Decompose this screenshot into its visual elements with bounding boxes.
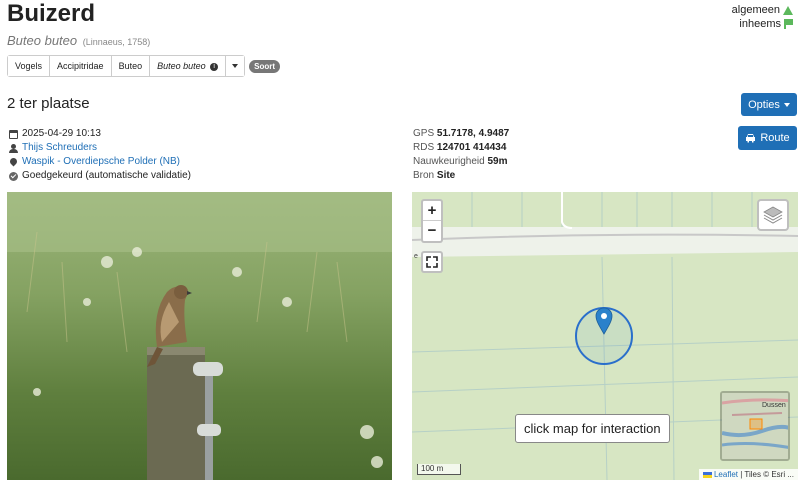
rds-value: 124701 414434: [436, 142, 507, 153]
frequency-status: algemeen: [732, 3, 793, 17]
gps-value: 51.7178, 4.9487: [436, 128, 510, 139]
species-status: algemeen inheems: [732, 3, 793, 31]
taxonomy-breadcrumb: Vogels Accipitridae Buteo Buteo buteo i …: [7, 55, 281, 77]
minimap[interactable]: Dussen: [720, 391, 790, 461]
validation-row: Goedgekeurd (automatische validatie): [9, 169, 191, 183]
taxonomy-button-group: Vogels Accipitridae Buteo Buteo buteo i: [7, 55, 246, 77]
frequency-label: algemeen: [731, 4, 780, 16]
fullscreen-button[interactable]: [421, 251, 443, 273]
origin-status: inheems: [732, 17, 793, 31]
origin-label: inheems: [739, 18, 781, 30]
datetime-row: 2025-04-29 10:13: [9, 127, 191, 141]
map-edge-label: e: [414, 253, 418, 260]
caret-down-icon: [783, 102, 790, 107]
location-link[interactable]: Waspik - Overdiepsche Polder (NB): [22, 155, 180, 169]
flag-icon: [784, 19, 793, 29]
gps-label: GPS: [413, 128, 435, 139]
zoom-control: + −: [421, 199, 443, 243]
triangle-up-icon: [783, 5, 793, 15]
attribution-text: | Tiles © Esri ...: [740, 470, 794, 479]
observation-meta: 2025-04-29 10:13 Thijs Schreuders Waspik…: [9, 127, 191, 183]
source-row: Bron Site: [413, 169, 509, 183]
accuracy-value: 59m: [487, 156, 508, 167]
minimap-label: Dussen: [762, 402, 786, 409]
layers-icon: [763, 206, 783, 224]
source-label: Bron: [413, 170, 435, 181]
rank-badge: Soort: [249, 59, 281, 73]
minimap-image: Dussen: [722, 393, 788, 459]
check-circle-icon: [9, 171, 18, 181]
taxonomy-dropdown-toggle[interactable]: [226, 56, 245, 76]
observer-row: Thijs Schreuders: [9, 141, 191, 155]
layers-button[interactable]: [757, 199, 789, 231]
route-button[interactable]: Route: [738, 126, 797, 150]
species-title: Buizerd: [7, 0, 96, 27]
observation-count-title: 2 ter plaatse: [7, 95, 90, 112]
location-row: Waspik - Overdiepsche Polder (NB): [9, 155, 191, 169]
rds-row: RDS 124701 414434: [413, 141, 509, 155]
observation-datetime: 2025-04-29 10:13: [22, 128, 101, 139]
scientific-name-text: Buteo buteo: [7, 33, 78, 48]
scientific-author: (Linnaeus, 1758): [82, 37, 151, 47]
scientific-name: Buteo buteo (Linnaeus, 1758): [7, 33, 150, 48]
route-button-label: Route: [760, 132, 790, 144]
map-marker-icon: [9, 158, 18, 167]
source-value: Site: [436, 170, 456, 181]
observer-link[interactable]: Thijs Schreuders: [22, 141, 97, 155]
gps-row: GPS 51.7178, 4.9487: [413, 127, 509, 141]
options-button[interactable]: Opties: [741, 93, 797, 116]
fullscreen-icon: [426, 256, 438, 268]
map-panel[interactable]: e + − click map for interaction Dussen 1…: [412, 192, 798, 480]
crumb-species-label: Buteo buteo: [157, 61, 206, 71]
ukraine-flag-icon: [702, 471, 712, 478]
crumb-family[interactable]: Accipitridae: [50, 56, 112, 76]
map-interaction-hint[interactable]: click map for interaction: [515, 414, 670, 443]
caret-down-icon: [232, 64, 239, 68]
crumb-species[interactable]: Buteo buteo i: [150, 56, 227, 76]
crumb-class[interactable]: Vogels: [8, 56, 51, 76]
crumb-genus[interactable]: Buteo: [111, 56, 151, 76]
map-scale: 100 m: [417, 464, 461, 475]
rds-label: RDS: [413, 142, 435, 153]
accuracy-row: Nauwkeurigheid 59m: [413, 155, 509, 169]
zoom-out-button[interactable]: −: [423, 221, 441, 241]
options-button-label: Opties: [748, 98, 780, 111]
info-icon: i: [210, 62, 219, 71]
observation-photo[interactable]: [7, 192, 392, 480]
leaflet-link[interactable]: Leaflet: [714, 470, 738, 479]
validation-status: Goedgekeurd (automatische validatie): [22, 170, 191, 181]
map-attribution: Leaflet | Tiles © Esri ...: [698, 469, 798, 480]
calendar-icon: [9, 129, 18, 139]
buzzard-photo-image: [7, 192, 392, 480]
car-icon: [746, 134, 756, 143]
accuracy-label: Nauwkeurigheid: [413, 156, 485, 167]
geo-info: GPS 51.7178, 4.9487 RDS 124701 414434 Na…: [413, 127, 509, 183]
user-icon: [9, 143, 18, 153]
zoom-in-button[interactable]: +: [423, 201, 441, 221]
